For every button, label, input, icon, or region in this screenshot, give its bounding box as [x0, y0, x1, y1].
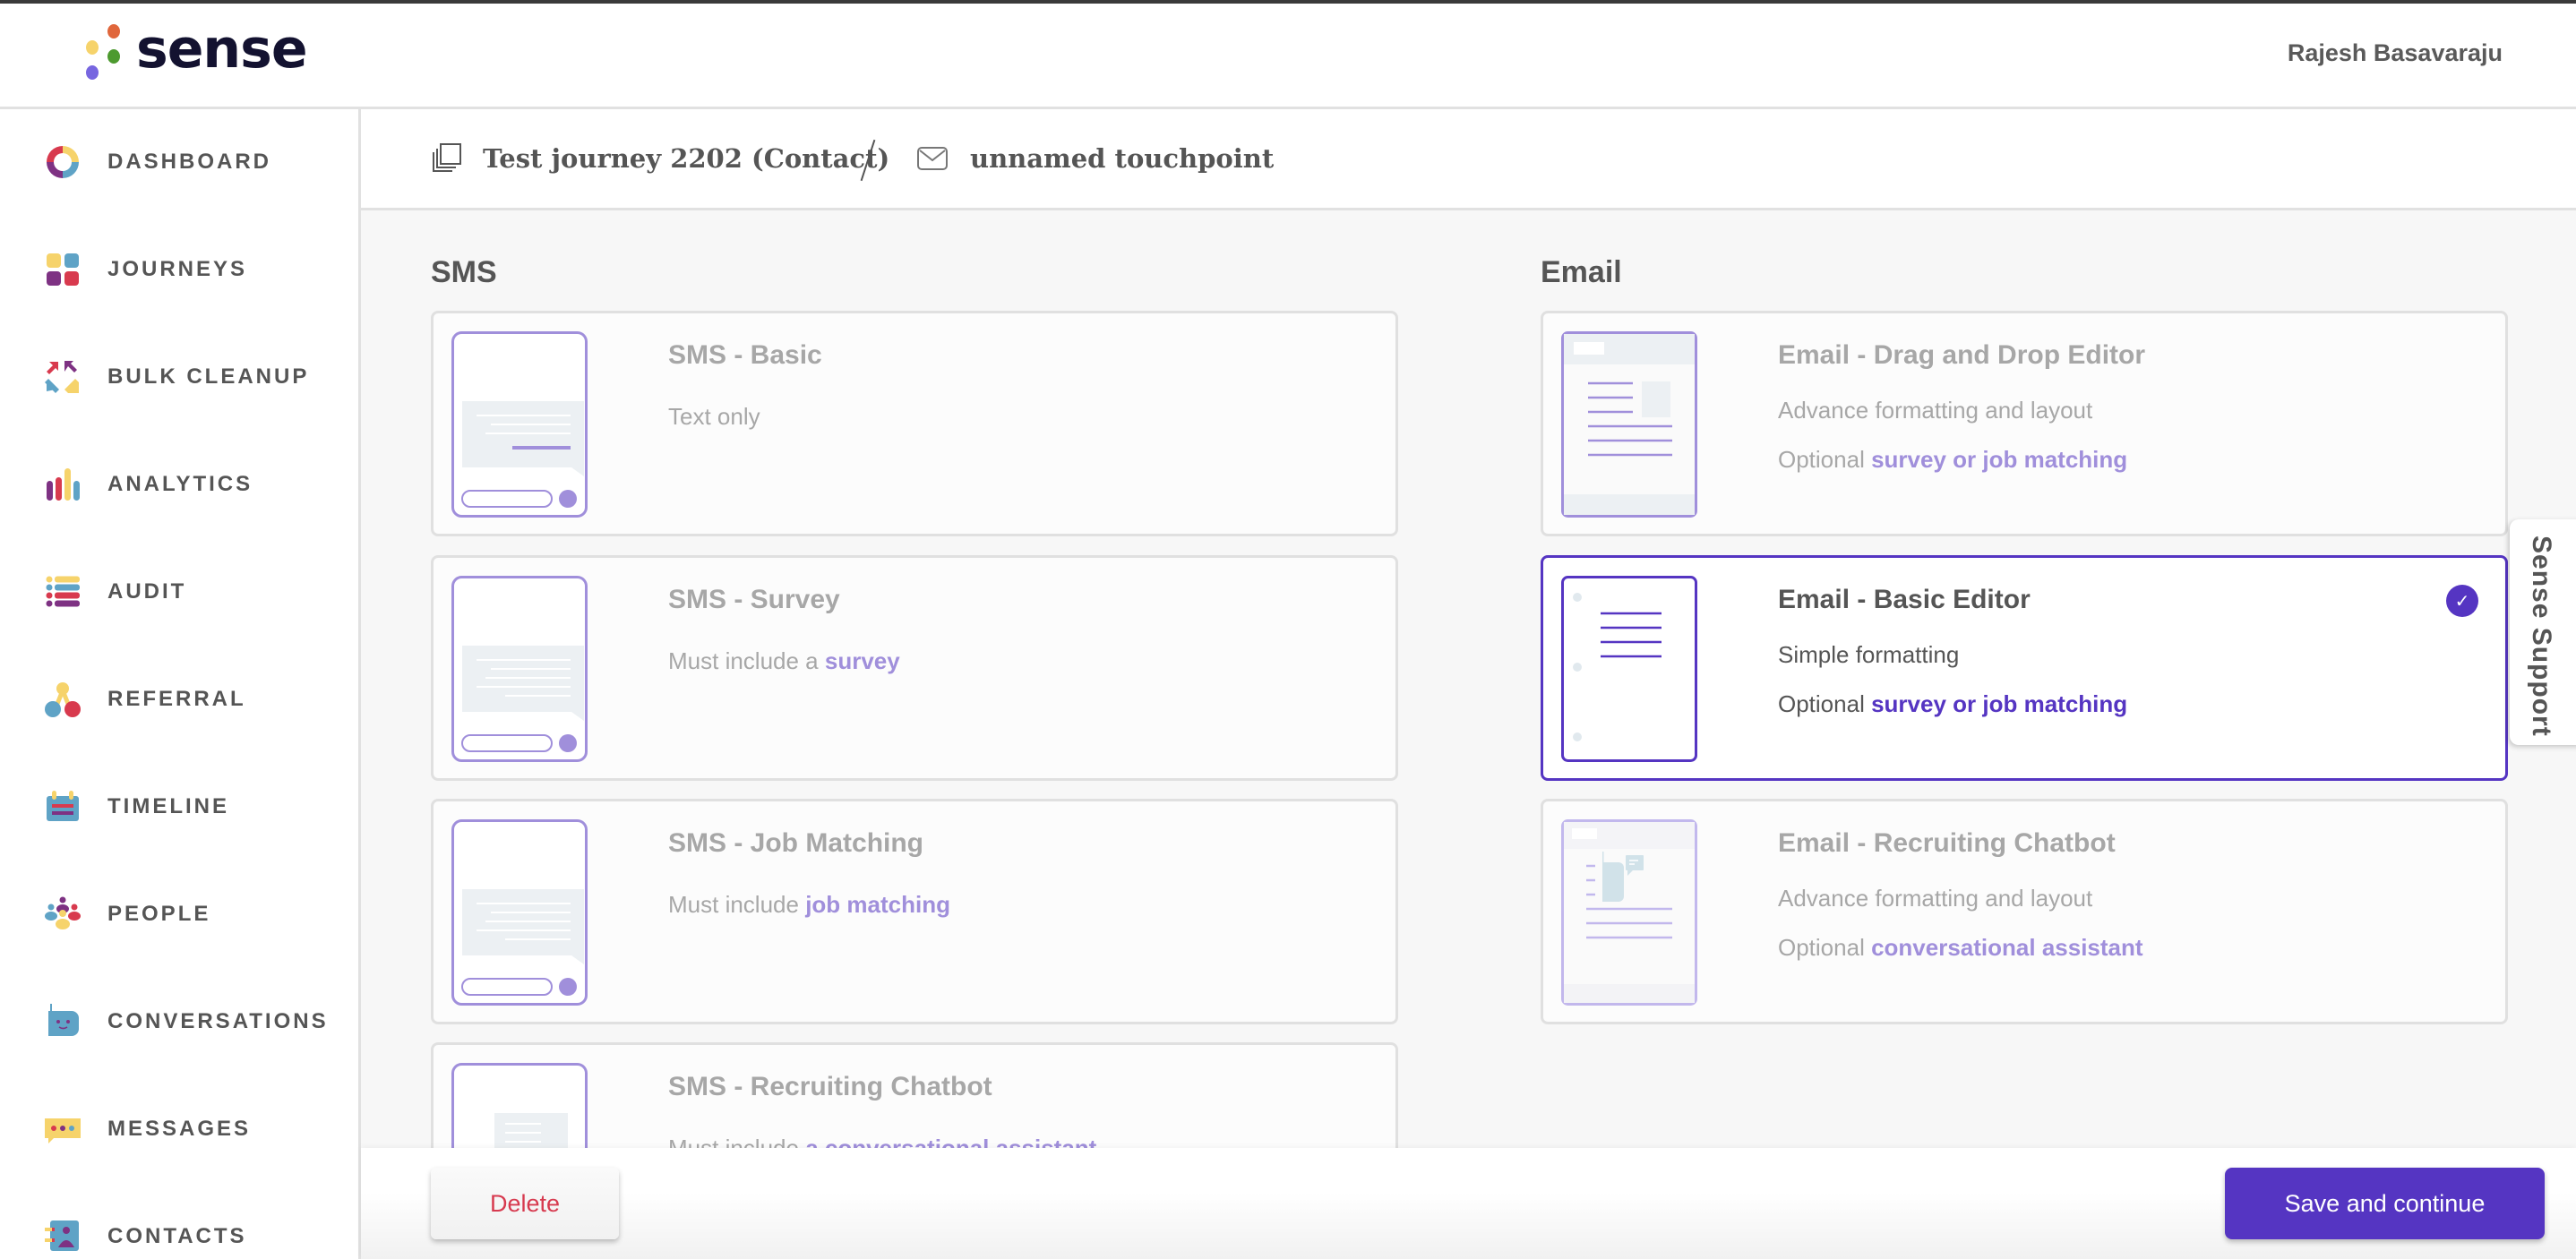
card-description: Text only [668, 403, 760, 430]
sidebar-item-bulk-cleanup[interactable]: BULK CLEANUP [0, 337, 358, 417]
card-description: Advance formatting and layout [1778, 397, 2093, 424]
breadcrumb-journey[interactable]: Test journey 2202 (Contact) [431, 109, 889, 208]
sidebar-nav: DASHBOARD JOURNEYS BULK CLEANUP ANALYTIC… [0, 109, 361, 1259]
card-title: SMS - Job Matching [668, 828, 923, 858]
survey-link[interactable]: survey [825, 647, 900, 674]
envelope-icon [917, 147, 948, 170]
card-option: Optional conversational assistant [1778, 934, 2143, 961]
sidebar-item-dashboard[interactable]: DASHBOARD [0, 122, 358, 202]
email-drag-drop-card[interactable]: Email - Drag and Drop Editor Advance for… [1541, 311, 2508, 536]
sidebar-item-label: BULK CLEANUP [107, 364, 310, 389]
sidebar-item-conversations[interactable]: CONVERSATIONS [0, 981, 358, 1062]
email-layout-thumbnail-icon [1561, 331, 1697, 518]
sidebar-item-label: CONVERSATIONS [107, 1009, 329, 1033]
survey-or-job-matching-link[interactable]: survey or job matching [1871, 690, 2127, 717]
sidebar-item-label: JOURNEYS [107, 257, 248, 281]
sense-support-tab[interactable]: Sense Support [2510, 519, 2576, 745]
sidebar-item-audit[interactable]: AUDIT [0, 552, 358, 632]
sms-phone-thumbnail-icon [451, 576, 588, 762]
sms-basic-card[interactable]: SMS - Basic Text only [431, 311, 1398, 536]
sidebar-item-label: CONTACTS [107, 1224, 247, 1248]
sidebar-item-label: ANALYTICS [107, 472, 253, 496]
journeys-grid-icon [47, 253, 79, 286]
sidebar-item-label: REFERRAL [107, 687, 246, 711]
card-title: Email - Basic Editor [1778, 585, 2031, 614]
card-title: SMS - Basic [668, 340, 822, 370]
analytics-bars-icon [47, 468, 80, 501]
messages-bubble-icon [45, 1118, 81, 1143]
sense-logo[interactable]: sense [84, 18, 308, 84]
breadcrumb-journey-label: Test journey 2202 (Contact) [483, 143, 890, 174]
sidebar-item-journeys[interactable]: JOURNEYS [0, 229, 358, 310]
referral-nodes-icon [45, 682, 81, 717]
sms-job-matching-card[interactable]: SMS - Job Matching Must include job matc… [431, 799, 1398, 1024]
sense-support-label: Sense Support [2527, 535, 2556, 737]
card-title: Email - Recruiting Chatbot [1778, 828, 2116, 858]
action-footer: Delete Save and continue [361, 1148, 2576, 1259]
card-title: Email - Drag and Drop Editor [1778, 340, 2146, 370]
email-basic-thumbnail-icon [1561, 576, 1697, 762]
card-description: Must include job matching [668, 891, 950, 918]
breadcrumb-touchpoint[interactable]: unnamed touchpoint [916, 109, 1274, 208]
card-description: Must include a survey [668, 647, 900, 674]
card-description: Simple formatting [1778, 641, 1960, 668]
timeline-calendar-icon [47, 791, 79, 821]
conversations-bot-icon [48, 1004, 79, 1036]
sidebar-item-contacts[interactable]: CONTACTS [0, 1196, 358, 1259]
sidebar-item-label: TIMELINE [107, 794, 229, 818]
card-title: SMS - Survey [668, 585, 840, 614]
selected-check-icon: ✓ [2446, 585, 2478, 617]
email-basic-editor-card[interactable]: Email - Basic Editor Simple formatting O… [1541, 555, 2508, 781]
sidebar-item-label: PEOPLE [107, 902, 211, 926]
card-option: Optional survey or job matching [1778, 690, 2128, 717]
breadcrumb-touchpoint-label: unnamed touchpoint [970, 143, 1275, 174]
email-section-title: Email [1541, 255, 1622, 289]
delete-button[interactable]: Delete [431, 1168, 619, 1239]
conversational-assistant-link[interactable]: conversational assistant [1871, 934, 2142, 961]
logo-dots-icon [84, 24, 125, 81]
sms-section-title: SMS [431, 255, 497, 289]
copy-stack-icon [433, 143, 461, 172]
job-matching-link[interactable]: job matching [805, 891, 950, 918]
sidebar-item-timeline[interactable]: TIMELINE [0, 767, 358, 847]
sidebar-item-label: AUDIT [107, 579, 187, 604]
app-header: sense Rajesh Basavaraju [0, 4, 2576, 109]
people-group-icon [45, 896, 81, 929]
bulk-cleanup-arrows-icon [45, 361, 79, 393]
sidebar-item-label: DASHBOARD [107, 150, 271, 174]
card-option: Optional survey or job matching [1778, 446, 2128, 473]
sms-phone-thumbnail-icon [451, 819, 588, 1006]
sidebar-item-label: MESSAGES [107, 1117, 252, 1141]
breadcrumb: Test journey 2202 (Contact) unnamed touc… [361, 109, 2576, 210]
save-and-continue-button[interactable]: Save and continue [2225, 1168, 2545, 1239]
sms-phone-thumbnail-icon [451, 331, 588, 518]
dashboard-ring-icon [47, 146, 79, 178]
sidebar-item-people[interactable]: PEOPLE [0, 874, 358, 955]
sidebar-item-analytics[interactable]: ANALYTICS [0, 444, 358, 525]
sidebar-item-referral[interactable]: REFERRAL [0, 659, 358, 740]
logo-wordmark: sense [136, 18, 308, 81]
audit-list-icon [46, 576, 80, 607]
email-recruiting-chatbot-card[interactable]: Email - Recruiting Chatbot Advance forma… [1541, 799, 2508, 1024]
sms-survey-card[interactable]: SMS - Survey Must include a survey [431, 555, 1398, 781]
user-menu[interactable]: Rajesh Basavaraju [2288, 39, 2503, 67]
contacts-card-icon [45, 1220, 79, 1251]
email-chatbot-thumbnail-icon [1561, 819, 1697, 1006]
survey-or-job-matching-link[interactable]: survey or job matching [1871, 446, 2127, 473]
card-description: Advance formatting and layout [1778, 885, 2093, 912]
sidebar-item-messages[interactable]: MESSAGES [0, 1089, 358, 1169]
card-title: SMS - Recruiting Chatbot [668, 1072, 992, 1101]
